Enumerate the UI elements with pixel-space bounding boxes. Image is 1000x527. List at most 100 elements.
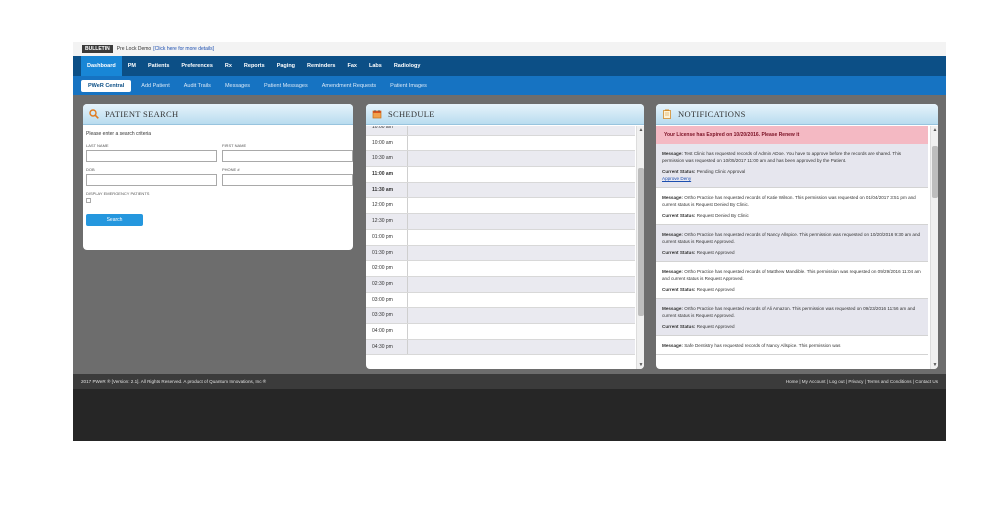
schedule-row[interactable]: 10:30 am [366,151,635,168]
copyright-text: 2017 PWeR ® [Version: 2.1]. All Rights R… [81,379,267,384]
schedule-row[interactable]: 03:30 pm [366,308,635,324]
schedule-header: SCHEDULE [366,104,644,125]
main-nav-dashboard[interactable]: Dashboard [81,56,122,76]
first-name-input[interactable] [222,150,353,162]
main-nav-preferences[interactable]: Preferences [175,56,219,76]
schedule-row[interactable]: 02:00 pm [366,261,635,277]
schedule-time: 02:00 pm [366,261,408,276]
footer-links[interactable]: Home | My Account | Log out | Privacy | … [786,379,938,384]
main-nav-labs[interactable]: Labs [363,56,388,76]
scroll-down-arrow-icon[interactable]: ▼ [932,362,938,368]
schedule-row[interactable]: 01:00 pm [366,229,635,246]
scroll-up-arrow-icon[interactable]: ▲ [638,127,644,133]
notifications-panel: NOTIFICATIONS Your License has Expired o… [656,104,938,369]
schedule-row[interactable]: 11:30 am [366,182,635,199]
bulletin-text: Pre Lock Demo [116,46,152,52]
main-nav-reminders[interactable]: Reminders [301,56,341,76]
schedule-row[interactable]: 04:30 pm [366,339,635,356]
notification-item: Message: Ortho Practice has requested re… [656,262,928,299]
schedule-list-viewport[interactable]: 10:00 am 10:00 am 10:30 am 11:00 am 11:30 am… [366,126,644,369]
notifications-scroll-thumb[interactable] [932,146,938,198]
calendar-icon [372,109,382,119]
main-nav-paging[interactable]: Paging [271,56,301,76]
sub-nav-add-patient[interactable]: Add Patient [134,83,176,89]
approve-deny-links[interactable]: Approve Deny [662,175,922,182]
phone-label: PHONE # [222,167,240,172]
schedule-time: 10:00 am [366,135,408,151]
message-label: Message: [662,343,683,348]
patient-search-panel: PATIENT SEARCH Please enter a search cri… [83,104,353,250]
bulletin-details-link[interactable]: [Click here for more details] [153,46,214,52]
notification-item: Message: Ortho Practice has requested re… [656,188,928,225]
message-label: Message: [662,269,683,274]
message-label: Message: [662,232,683,237]
notifications-header: NOTIFICATIONS [656,104,938,125]
schedule-time: 01:00 pm [366,229,408,245]
schedule-row[interactable]: 04:00 pm [366,323,635,340]
current-status-label: Current Status: [662,324,696,329]
schedule-time: 02:30 pm [366,276,408,292]
sub-nav-pwer-central[interactable]: PWeR Central [81,79,132,92]
patient-search-title: PATIENT SEARCH [105,109,179,119]
sub-nav-messages[interactable]: Messages [218,83,257,89]
schedule-time: 01:30 pm [366,245,408,261]
main-nav-patients[interactable]: Patients [142,56,175,76]
schedule-scrollbar[interactable]: ▲ ▼ [636,126,644,369]
main-nav-radiology[interactable]: Radiology [388,56,427,76]
notifications-list-viewport[interactable]: Your License has Expired on 10/20/2016. … [656,126,938,369]
page-bottom-area [73,389,946,441]
schedule-row[interactable]: 10:00 am [366,126,635,136]
scroll-up-arrow-icon[interactable]: ▲ [932,127,938,133]
notification-item: Message: Safe Dentistry has requested re… [656,336,928,355]
schedule-row[interactable]: 12:00 pm [366,198,635,215]
main-nav-pm[interactable]: PM [122,56,142,76]
main-nav-rx[interactable]: Rx [219,56,238,76]
schedule-row[interactable]: 10:00 am [366,135,635,152]
first-name-label: FIRST NAME [222,143,247,148]
main-nav-fax[interactable]: Fax [341,56,362,76]
current-status-value: Request Approved [696,287,735,292]
notifications-scrollbar[interactable]: ▲ ▼ [930,126,938,369]
last-name-label: LAST NAME [86,143,109,148]
notification-message: Test Clinic has requested records of Adm… [662,151,902,163]
search-icon [89,109,99,119]
sub-nav-patient-images[interactable]: Patient Images [383,83,434,89]
patient-search-header: PATIENT SEARCH [83,104,353,125]
bulletin-badge: BULLETIN [82,45,113,53]
main-nav-reports[interactable]: Reports [238,56,271,76]
emergency-patients-checkbox[interactable] [86,198,91,203]
dob-label: DOB [86,167,95,172]
schedule-row[interactable]: 12:30 pm [366,214,635,230]
last-name-input[interactable] [86,150,217,162]
schedule-time: 10:30 am [366,151,408,167]
emergency-patients-label: DISPLAY EMERGENCY PATIENTS [86,191,150,196]
phone-input[interactable] [222,174,353,186]
notepad-icon [662,109,672,119]
schedule-time: 04:00 pm [366,323,408,339]
schedule-row[interactable]: 01:30 pm [366,245,635,262]
sub-nav-patient-messages[interactable]: Patient Messages [257,83,315,89]
schedule-row[interactable]: 11:00 am [366,167,635,183]
current-status-label: Current Status: [662,169,696,174]
footer: 2017 PWeR ® [Version: 2.1]. All Rights R… [73,374,946,389]
search-button[interactable]: Search [86,214,143,226]
sub-nav-audit-trails[interactable]: Audit Trails [177,83,218,89]
schedule-row[interactable]: 02:30 pm [366,276,635,293]
search-instructions: Please enter a search criteria [86,131,152,137]
notification-item: Message: Ortho Practice has requested re… [656,299,928,336]
message-label: Message: [662,195,683,200]
notifications-title: NOTIFICATIONS [678,109,746,119]
current-status-value: Request Approved [696,324,735,329]
sub-nav: PWeR Central Add Patient Audit Trails Messa… [73,76,946,95]
current-status-label: Current Status: [662,213,696,218]
app-window: BULLETIN Pre Lock Demo [Click here for m… [73,42,946,441]
schedule-title: SCHEDULE [388,109,435,119]
scroll-down-arrow-icon[interactable]: ▼ [638,362,644,368]
schedule-time: 12:30 pm [366,214,408,229]
schedule-time: 12:00 pm [366,198,408,214]
sub-nav-amendment-requests[interactable]: Amendment Requests [315,83,383,89]
notification-message: Safe Dentistry has requested records of … [684,343,841,348]
schedule-row[interactable]: 03:00 pm [366,292,635,309]
schedule-scroll-thumb[interactable] [638,168,644,316]
dob-input[interactable] [86,174,217,186]
